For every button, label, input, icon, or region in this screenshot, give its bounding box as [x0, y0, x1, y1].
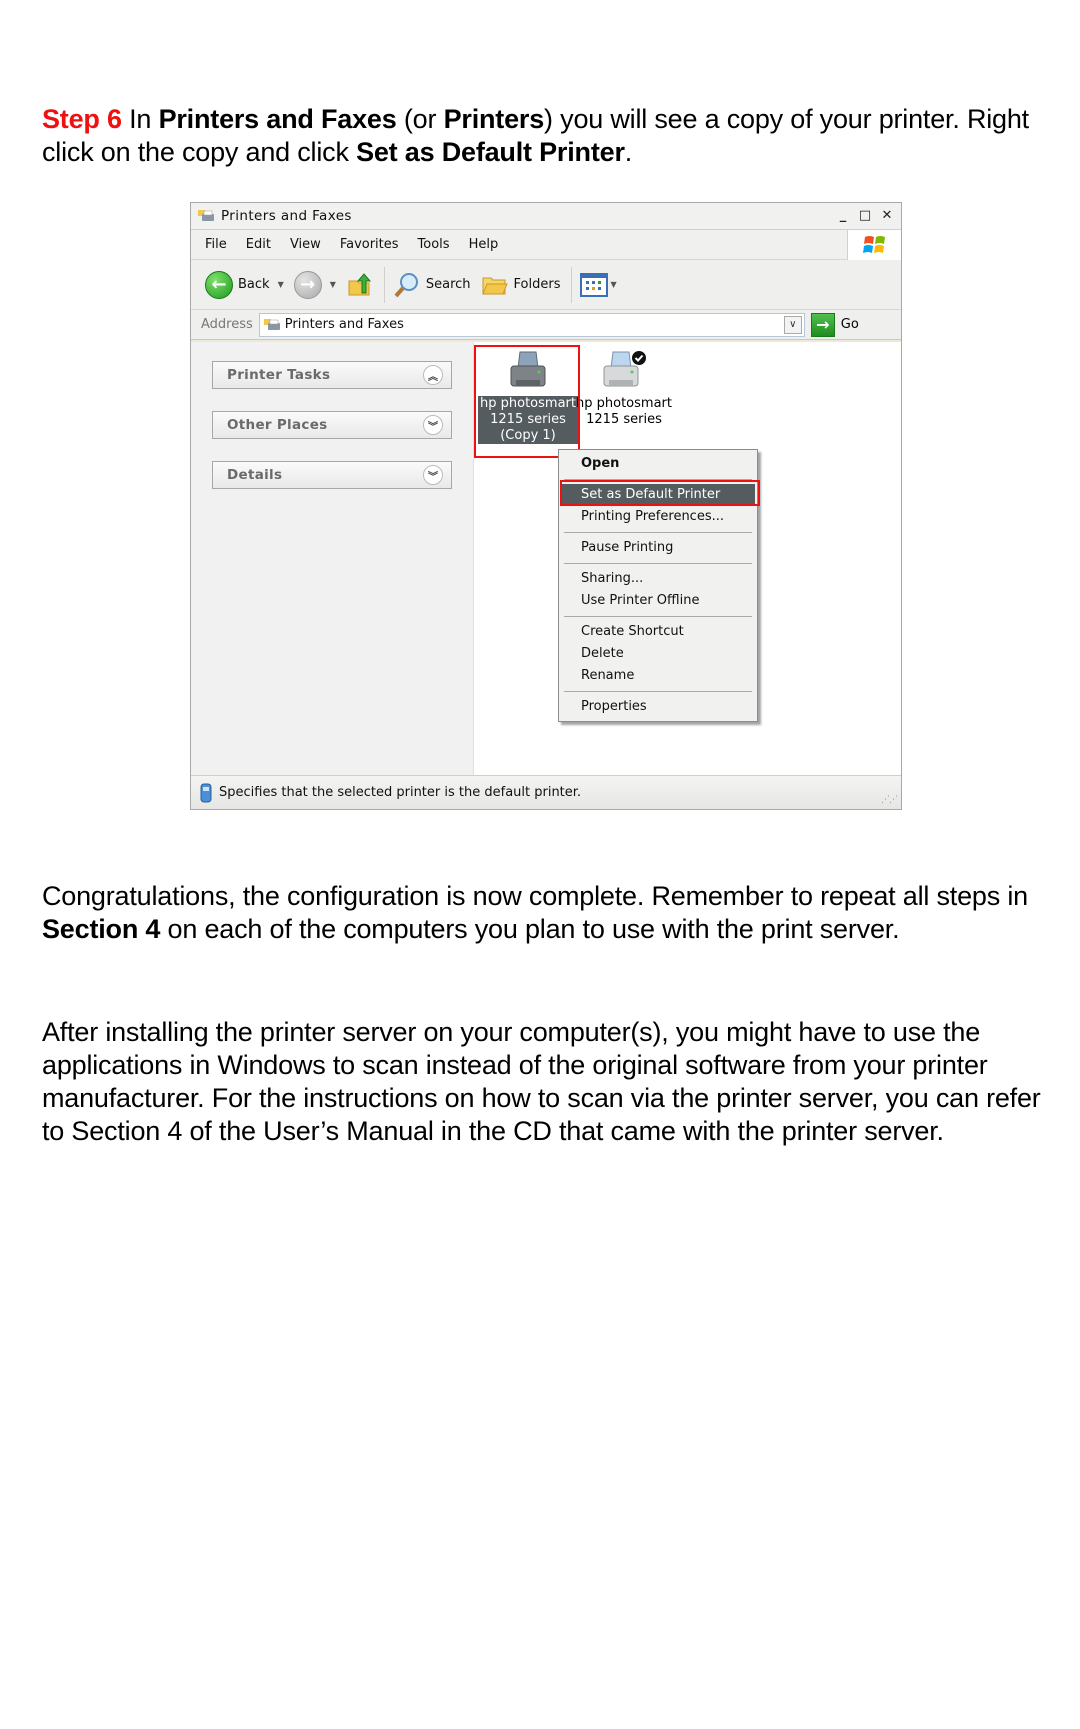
toolbar: ← Back ▼ → ▼ Search Folders ▼: [191, 260, 901, 310]
ctx-sharing[interactable]: Sharing...: [561, 568, 755, 590]
ctx-pause-printing[interactable]: Pause Printing: [561, 537, 755, 559]
text: In: [121, 104, 159, 134]
go-label: Go: [840, 317, 859, 332]
text: (or: [396, 104, 444, 134]
menu-separator: [564, 691, 752, 692]
printers-folder-icon: [198, 210, 214, 221]
task-pane: Printer Tasks ︽ Other Places ︾ Details ︾: [191, 342, 474, 775]
scanning-note-paragraph: After installing the printer server on y…: [42, 1017, 1041, 1146]
menu-separator: [564, 563, 752, 564]
printers-folder-icon: [263, 318, 280, 330]
ctx-use-printer-offline[interactable]: Use Printer Offline: [561, 590, 755, 612]
menu-edit[interactable]: Edit: [246, 237, 271, 252]
search-button[interactable]: Search: [393, 271, 471, 299]
ctx-create-shortcut[interactable]: Create Shortcut: [561, 621, 755, 643]
minimize-button[interactable]: _: [835, 207, 851, 223]
status-bar: Specifies that the selected printer is t…: [191, 775, 901, 809]
go-button[interactable]: → Go: [810, 312, 859, 337]
panel-printer-tasks[interactable]: Printer Tasks ︽: [212, 361, 452, 389]
forward-dropdown-icon[interactable]: ▼: [330, 280, 336, 289]
printer-default[interactable]: hp photosmart 1215 series: [574, 350, 674, 428]
status-text: Specifies that the selected printer is t…: [219, 785, 582, 800]
menu-separator: [564, 532, 752, 533]
panel-label: Details: [227, 467, 283, 483]
bold-printers-and-faxes: Printers and Faxes: [158, 104, 397, 134]
views-icon: [579, 272, 608, 297]
forward-button[interactable]: → ▼: [293, 270, 336, 299]
printer-list: hp photosmart 1215 series (Copy 1) hp phot…: [474, 342, 901, 775]
search-icon: [394, 272, 418, 297]
ctx-properties[interactable]: Properties: [561, 696, 755, 718]
menu-favorites[interactable]: Favorites: [340, 237, 399, 252]
context-menu: Open Set as Default Printer Printing Pre…: [558, 449, 758, 722]
bold-printers: Printers: [443, 104, 545, 134]
title-bar: Printers and Faxes _ □ ✕: [191, 203, 901, 230]
views-dropdown-icon[interactable]: ▼: [611, 280, 617, 289]
folders-button[interactable]: Folders: [481, 272, 561, 298]
ctx-set-as-default-printer[interactable]: Set as Default Printer: [561, 484, 755, 506]
address-value: Printers and Faxes: [284, 317, 404, 332]
folders-icon: [481, 277, 508, 294]
panel-label: Other Places: [227, 417, 328, 433]
panel-label: Printer Tasks: [227, 367, 331, 383]
close-button[interactable]: ✕: [879, 207, 895, 223]
ctx-delete[interactable]: Delete: [561, 643, 755, 665]
chevron-down-icon[interactable]: ︾: [423, 415, 443, 435]
up-folder-button[interactable]: [346, 271, 374, 299]
menu-tools[interactable]: Tools: [418, 237, 450, 252]
window-title: Printers and Faxes: [221, 208, 352, 224]
address-bar: Address Printers and Faxes ∨ → Go: [191, 310, 901, 340]
text: on each of the computers you plan to use…: [160, 914, 900, 944]
menu-view[interactable]: View: [290, 237, 321, 252]
address-label: Address: [201, 317, 253, 332]
text: Congratulations, the configuration is no…: [42, 881, 1028, 911]
menu-help[interactable]: Help: [469, 237, 499, 252]
status-printer-icon: [200, 783, 212, 802]
windows-logo-icon: [847, 230, 901, 260]
address-dropdown-icon[interactable]: ∨: [783, 315, 802, 334]
maximize-button[interactable]: □: [857, 207, 873, 223]
printer-label: hp photosmart 1215 series: [576, 396, 672, 427]
printer-copy-1[interactable]: hp photosmart 1215 series (Copy 1): [478, 350, 578, 444]
printer-label: hp photosmart 1215 series (Copy 1): [478, 396, 578, 444]
text: .: [624, 137, 633, 167]
printer-icon: [603, 351, 646, 387]
up-folder-icon: [348, 272, 371, 295]
chevron-down-icon[interactable]: ︾: [423, 465, 443, 485]
panel-other-places[interactable]: Other Places ︾: [212, 411, 452, 439]
back-button[interactable]: ← Back ▼: [205, 270, 284, 299]
forward-arrow-icon: →: [293, 270, 322, 299]
printers-and-faxes-window-screenshot: Printers and Faxes _ □ ✕ File Edit View …: [190, 202, 902, 810]
content-area: Printer Tasks ︽ Other Places ︾ Details ︾…: [191, 342, 901, 775]
views-button[interactable]: ▼: [579, 272, 617, 297]
ctx-rename[interactable]: Rename: [561, 665, 755, 687]
menu-file[interactable]: File: [205, 237, 227, 252]
printer-icon: [510, 351, 546, 387]
step-label: Step 6: [42, 104, 122, 134]
toolbar-separator: [570, 266, 572, 303]
bold-section-4: Section 4: [42, 914, 161, 944]
back-dropdown-icon[interactable]: ▼: [278, 280, 284, 289]
folders-label: Folders: [513, 277, 561, 292]
back-arrow-icon: ←: [205, 270, 233, 299]
back-label: Back: [238, 277, 270, 292]
chevron-up-icon[interactable]: ︽: [423, 365, 443, 385]
menu-separator: [564, 479, 752, 480]
go-arrow-icon: →: [810, 312, 835, 337]
menu-separator: [564, 616, 752, 617]
ctx-printing-preferences[interactable]: Printing Preferences...: [561, 506, 755, 528]
panel-details[interactable]: Details ︾: [212, 461, 452, 489]
address-field[interactable]: Printers and Faxes ∨: [258, 312, 805, 337]
resize-grip[interactable]: ⋰⋰: [881, 795, 898, 805]
congratulations-paragraph: Congratulations, the configuration is no…: [42, 880, 1042, 946]
toolbar-separator: [383, 266, 385, 303]
menu-bar: File Edit View Favorites Tools Help: [191, 230, 901, 260]
search-label: Search: [425, 277, 471, 292]
step-6-instruction: Step 6 In Printers and Faxes (or Printer…: [42, 103, 1042, 169]
bold-set-default: Set as Default Printer: [356, 137, 625, 167]
ctx-open[interactable]: Open: [561, 453, 755, 475]
